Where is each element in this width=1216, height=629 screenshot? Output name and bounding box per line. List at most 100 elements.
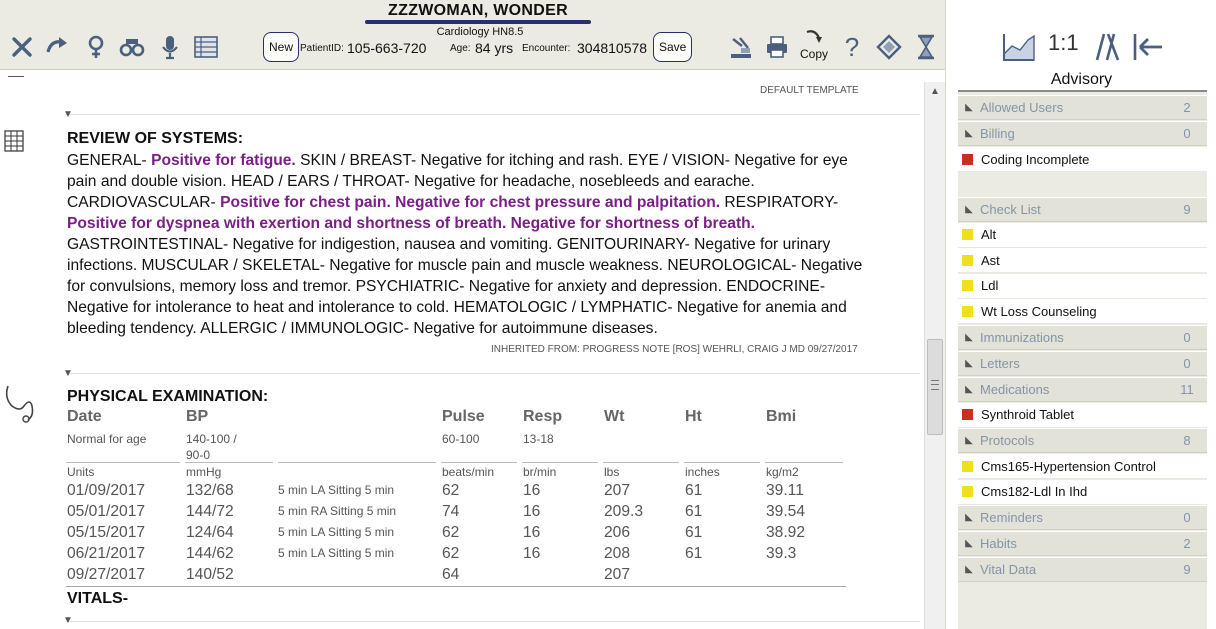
advisory-category[interactable]: ◣ Billing 0 — [958, 121, 1207, 146]
advisory-category[interactable]: ◣ Vital Data 9 — [958, 557, 1207, 582]
advisory-category[interactable]: ◣ Protocols 8 — [958, 428, 1207, 453]
binoculars-icon[interactable] — [118, 33, 146, 61]
copy-icon[interactable] — [800, 28, 828, 48]
transfer-icon[interactable] — [727, 33, 755, 61]
toolbar: ZZZWOMAN, WONDER Cardiology HN8.5 New Pa… — [0, 0, 945, 70]
category-count: 0 — [1183, 355, 1191, 371]
pe-normal-resp: 13-18 — [523, 432, 554, 446]
chevron-down-icon[interactable]: ▼ — [63, 368, 73, 379]
collapse-left-icon[interactable] — [1132, 32, 1164, 62]
expand-caret-icon[interactable]: ◣ — [958, 358, 980, 369]
advisory-item[interactable]: Ldl — [958, 273, 1207, 299]
undo-arrow-icon[interactable] — [44, 33, 72, 61]
section-divider — [66, 114, 920, 115]
microphone-icon[interactable] — [156, 33, 184, 61]
pe-cell-ht: 61 — [685, 503, 703, 520]
ros-grid-icon[interactable] — [4, 130, 24, 152]
pe-cell-pulse: 62 — [442, 482, 460, 499]
save-button[interactable]: Save — [653, 32, 693, 62]
category-label: Habits — [980, 536, 1017, 551]
pe-cell-resp: 16 — [523, 503, 541, 520]
chart-area-icon[interactable] — [1002, 32, 1036, 62]
category-label: Check List — [980, 201, 1041, 217]
document-scrollbar[interactable]: ▲ — [924, 82, 945, 629]
category-label: Vital Data — [980, 562, 1037, 577]
scroll-up-arrow-icon[interactable]: ▲ — [930, 86, 940, 97]
status-square-icon — [962, 409, 973, 420]
pe-cell-wt: 207 — [604, 482, 631, 499]
advisory-item[interactable]: Coding Incomplete — [958, 147, 1207, 172]
parallel-lines-icon[interactable] — [1094, 32, 1122, 62]
female-gender-icon[interactable] — [82, 33, 110, 61]
pe-cell-bp: 132/68 — [186, 482, 234, 499]
expand-caret-icon[interactable]: ◣ — [958, 538, 980, 549]
category-label: Allowed Users — [980, 100, 1064, 115]
pe-unit-resp: br/min — [523, 465, 557, 479]
pe-cell-note: 5 min LA Sitting 5 min — [278, 483, 395, 497]
category-count: 0 — [1183, 510, 1191, 525]
advisory-title: Advisory — [1050, 71, 1113, 88]
unit-rule — [522, 462, 598, 463]
department-label: Cardiology HN8.5 — [436, 26, 524, 38]
ros-title: REVIEW OF SYSTEMS: — [67, 130, 244, 147]
grid-list-icon[interactable] — [192, 33, 220, 61]
chevron-down-icon[interactable]: ▼ — [63, 615, 73, 626]
pe-cell-ht: 61 — [685, 482, 703, 499]
close-x-icon[interactable] — [8, 33, 36, 61]
pe-cell-ht: 61 — [685, 524, 703, 541]
expand-caret-icon[interactable]: ◣ — [958, 332, 980, 343]
scrollbar-thumb[interactable] — [927, 339, 943, 435]
advisory-category[interactable]: ◣ Letters 0 — [958, 350, 1207, 376]
advisory-item[interactable]: Ast — [958, 248, 1207, 273]
expand-caret-icon[interactable]: ◣ — [958, 204, 980, 215]
advisory-category[interactable]: ◣ Reminders 0 — [958, 505, 1207, 530]
pe-cell-bmi: 39.3 — [766, 545, 797, 562]
pe-cell-bmi: 38.92 — [766, 524, 806, 541]
printer-icon[interactable] — [763, 33, 791, 61]
pe-unit-label: Units — [67, 465, 95, 479]
expand-caret-icon[interactable]: ◣ — [958, 435, 980, 446]
advisory-category[interactable]: ◣ Medications 11 — [958, 376, 1207, 402]
pe-header-date: Date — [67, 408, 102, 425]
vitals-title: VITALS- — [67, 590, 129, 607]
category-count: 0 — [1183, 126, 1191, 141]
category-label: Letters — [980, 355, 1020, 371]
new-button[interactable]: New — [263, 32, 300, 62]
expand-caret-icon[interactable]: ◣ — [958, 102, 980, 113]
unit-rule — [684, 462, 760, 463]
advisory-category[interactable]: ◣ Allowed Users 2 — [958, 95, 1207, 120]
ros-seg-3: Positive for chest pain. Negative for ch… — [220, 194, 721, 211]
chevron-down-icon[interactable]: ▼ — [63, 109, 73, 120]
category-count: 9 — [1183, 201, 1191, 217]
stethoscope-icon[interactable] — [2, 384, 40, 424]
one-to-one-icon[interactable]: 1:1 — [1048, 30, 1079, 56]
diamond-icon[interactable] — [875, 33, 903, 61]
advisory-category[interactable]: ◣ Immunizations 0 — [958, 324, 1207, 350]
expand-caret-icon[interactable]: ◣ — [958, 128, 980, 139]
expand-caret-icon[interactable]: ◣ — [958, 564, 980, 575]
advisory-item[interactable]: Synthroid Tablet — [958, 402, 1207, 428]
advisory-item[interactable]: Alt — [958, 222, 1207, 248]
advisory-category[interactable]: ◣ Habits 2 — [958, 531, 1207, 556]
expand-caret-icon[interactable]: ◣ — [958, 384, 980, 395]
help-icon[interactable]: ? — [838, 32, 866, 62]
status-square-icon — [962, 153, 973, 165]
advisory-item[interactable]: Cms165-Hypertension Control — [958, 454, 1207, 479]
collapse-dash[interactable] — [8, 76, 24, 77]
unit-rule — [278, 462, 436, 463]
pe-header-bmi: Bmi — [766, 408, 797, 425]
pe-normal-label: Normal for age — [67, 432, 147, 446]
advisory-category[interactable]: ◣ Check List 9 — [958, 196, 1207, 222]
copy-button-label[interactable]: Copy — [800, 47, 828, 61]
inherited-note: INHERITED FROM: PROGRESS NOTE [ROS] WEHR… — [491, 344, 858, 355]
patient-id-label: PatientID: — [300, 43, 344, 54]
hourglass-icon[interactable] — [912, 33, 940, 61]
advisory-item[interactable]: Cms182-Ldl In Ihd — [958, 479, 1207, 505]
category-label: Protocols — [980, 433, 1035, 448]
expand-caret-icon[interactable]: ◣ — [958, 512, 980, 523]
item-label: Ldl — [981, 278, 999, 293]
item-label: Ast — [981, 252, 1000, 268]
advisory-panel: 1:1 Advisory ◣ Allowed Users 2 ◣ Billing 0 Cod… — [945, 0, 1216, 629]
advisory-item[interactable]: Wt Loss Counseling — [958, 299, 1207, 324]
status-square-icon — [962, 254, 973, 266]
